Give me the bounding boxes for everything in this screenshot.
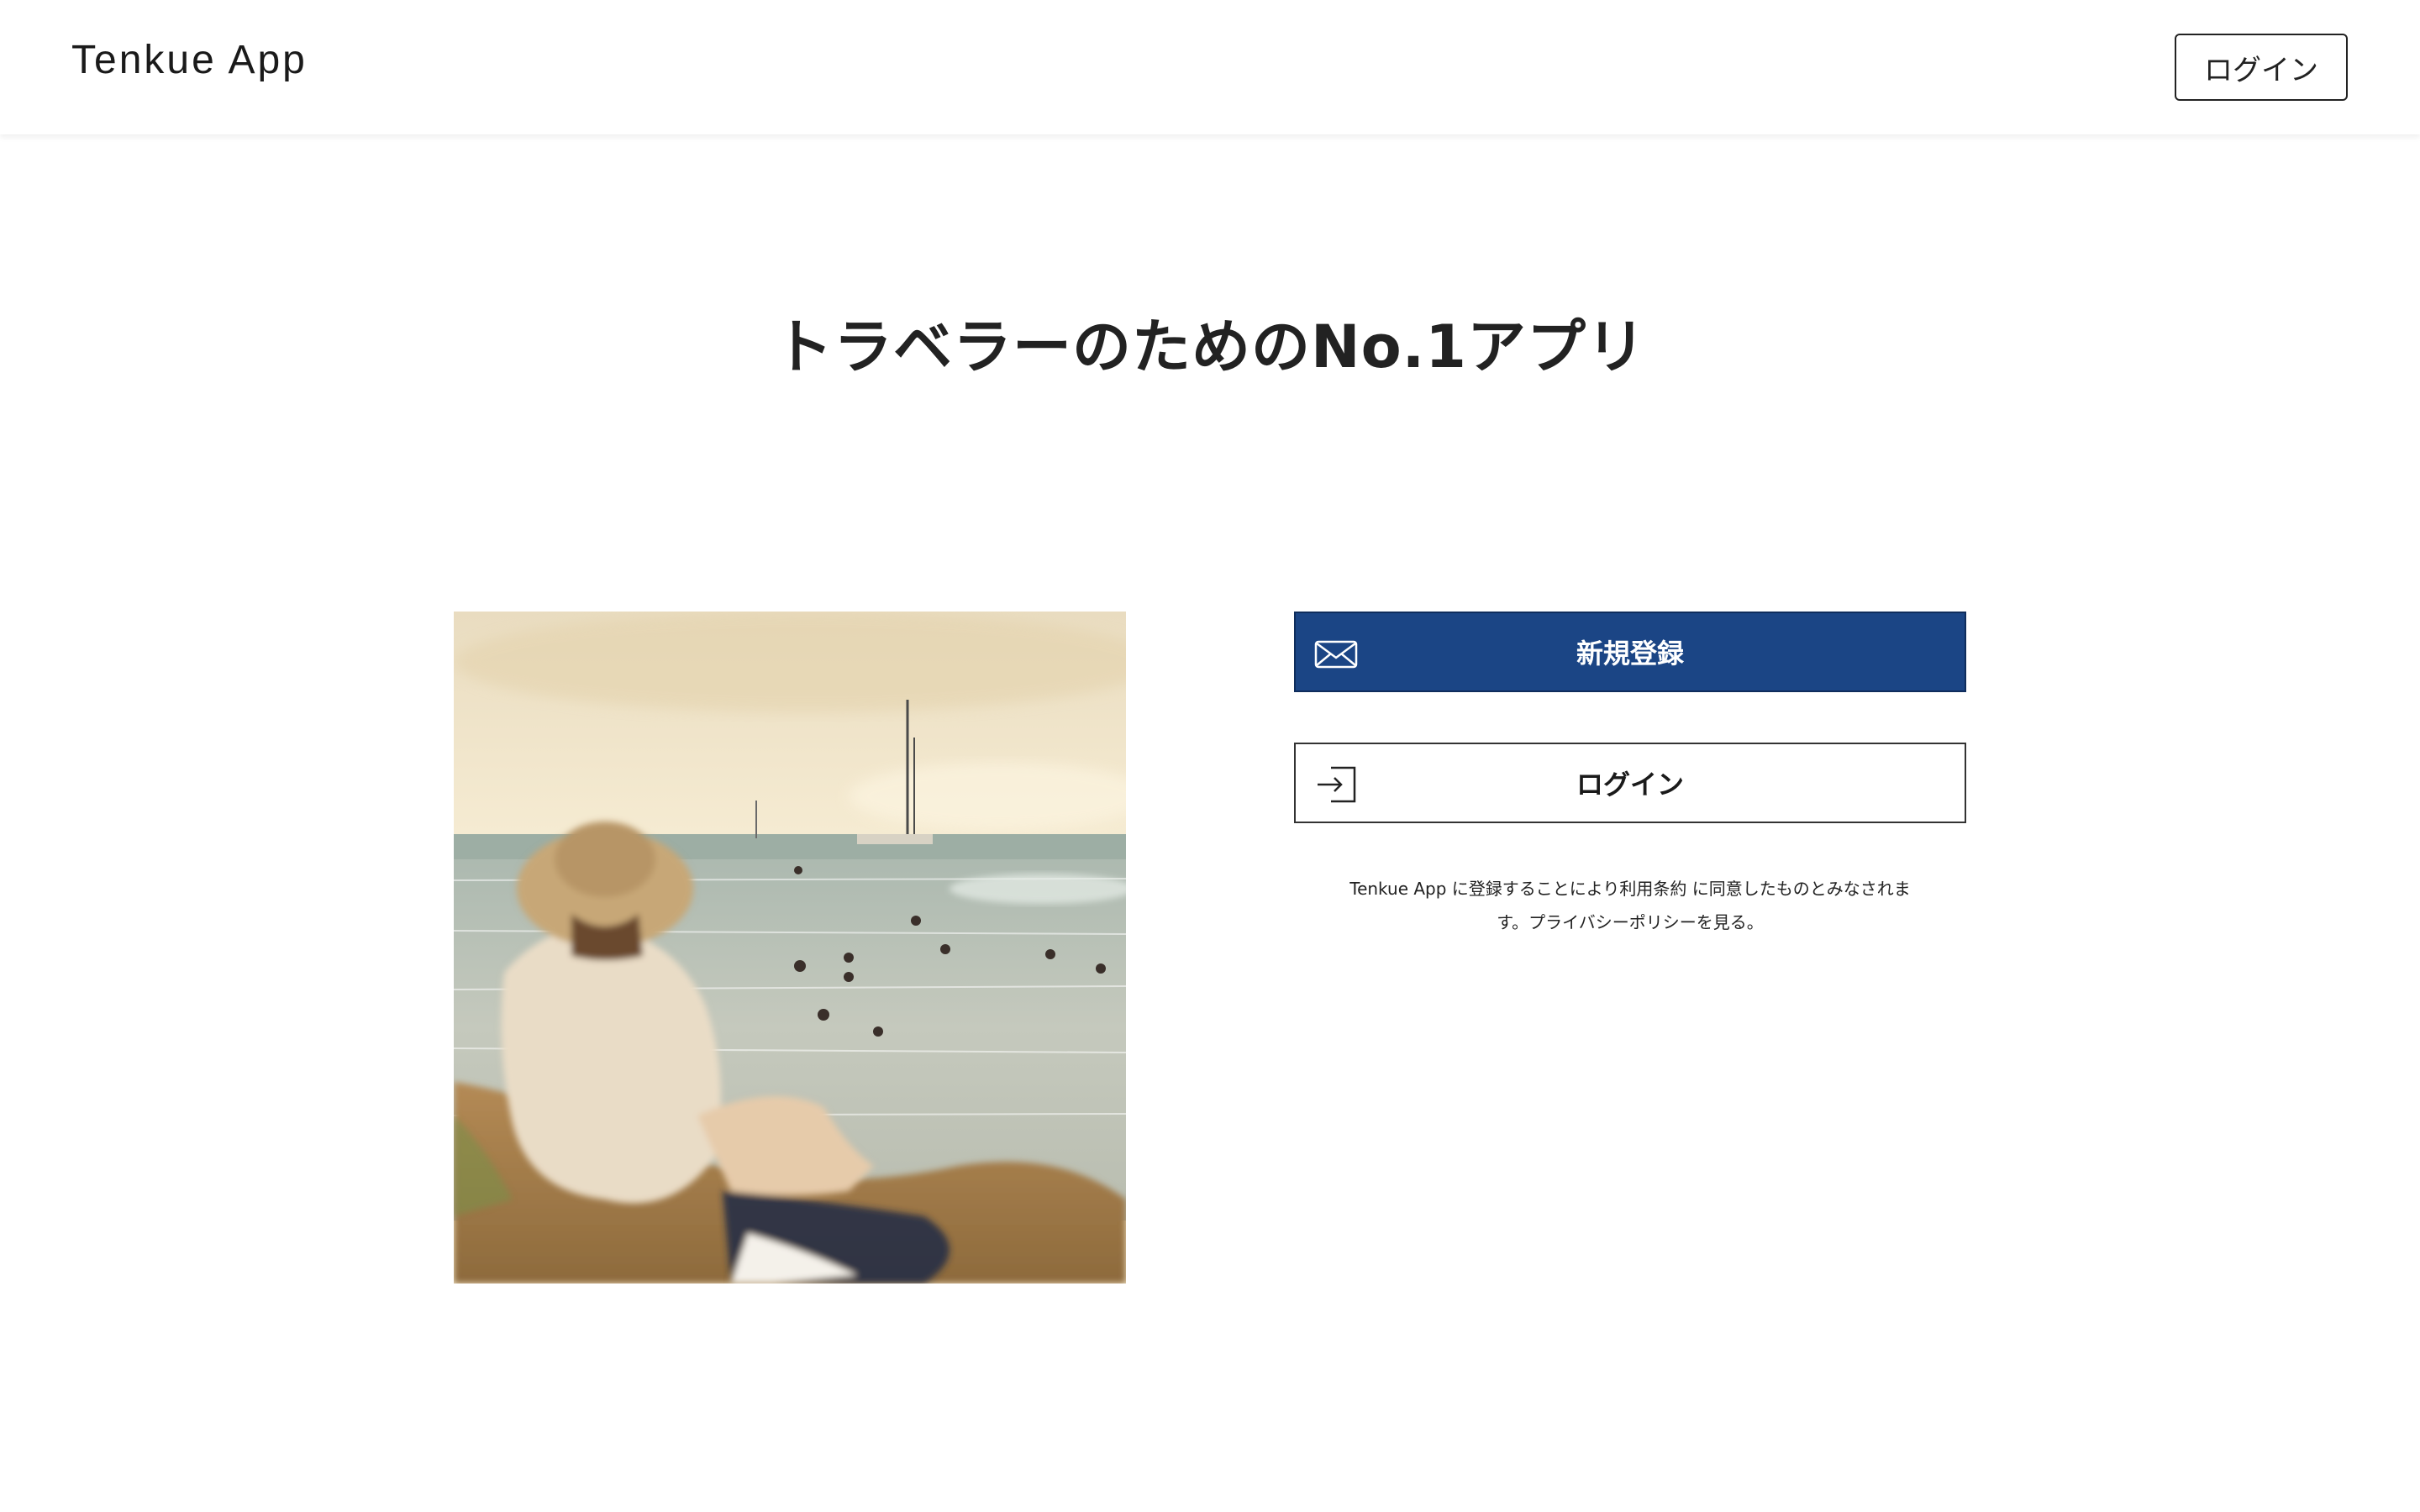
- beach-photo-image: [454, 612, 1126, 1284]
- terms-notice: Tenkue App に登録することにより利用条約 に同意したものとみなされます…: [1349, 879, 1911, 932]
- hero-photo: [454, 612, 1126, 1284]
- top-header: Tenkue App ログイン: [0, 0, 2420, 134]
- mail-icon: [1314, 640, 1358, 669]
- login-icon: [1318, 766, 1356, 803]
- signup-button-label: 新規登録: [1576, 638, 1684, 669]
- login-button[interactable]: ログイン: [1294, 743, 1966, 823]
- signup-button[interactable]: 新規登録: [1294, 612, 1966, 692]
- app-logo[interactable]: Tenkue App: [71, 37, 308, 83]
- hero-title: トラベラーのためのNo.1アプリ: [774, 312, 1646, 381]
- login-button-label: ログイン: [1576, 769, 1684, 801]
- header-login-button[interactable]: ログイン: [2175, 34, 2348, 101]
